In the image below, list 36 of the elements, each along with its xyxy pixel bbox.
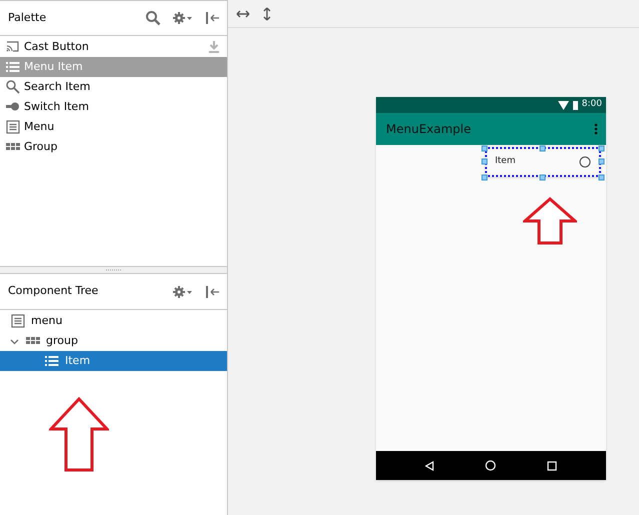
settings-icon[interactable] [173,11,193,25]
wifi-icon [558,100,569,110]
search-icon[interactable] [145,10,161,26]
tree-item[interactable]: menu [0,311,227,331]
palette-item[interactable]: Menu [0,117,227,137]
tree-item[interactable]: group [0,331,227,351]
palette-item[interactable]: Cast Button [0,37,227,57]
palette-item[interactable]: Search Item [0,77,227,97]
list-icon [5,59,21,75]
app-title: MenuExample [386,121,472,138]
home-icon[interactable] [485,460,496,471]
list-icon [44,353,60,369]
chevron-icon[interactable] [10,336,19,346]
splitter-handle[interactable] [106,268,122,272]
radio-button[interactable] [579,156,591,168]
horizontal-resize-icon[interactable] [236,8,250,18]
search-icon [5,79,21,95]
collapse-icon[interactable] [205,11,219,25]
back-icon[interactable] [425,460,436,470]
battery-icon [572,100,578,110]
tree-item[interactable]: Item [0,351,227,371]
status-time: 8:00 [582,98,602,112]
menu-icon [5,119,21,135]
vertical-resize-icon[interactable] [262,6,272,20]
panel-title: Component Tree [8,283,100,300]
overview-icon[interactable] [546,460,557,470]
menu-item-label: Item [495,155,516,168]
settings-icon[interactable] [173,284,193,298]
palette-item[interactable]: Group [0,137,227,157]
palette-item[interactable]: Switch Item [0,97,227,117]
up-arrow-drawing [523,197,577,245]
menu-item-popup[interactable]: Item [485,147,601,177]
menu-icon [10,313,26,329]
panel-title: Palette [8,10,48,26]
overflow-menu-icon[interactable] [594,123,598,135]
collapse-icon[interactable] [205,284,219,298]
